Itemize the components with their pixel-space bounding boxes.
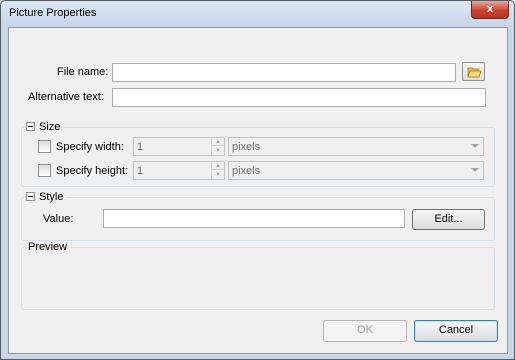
height-unit-select[interactable]: pixels — [228, 161, 484, 180]
style-value-label: Value: — [43, 213, 74, 225]
title-bar[interactable]: Picture Properties x — [1, 1, 514, 27]
specify-width-checkbox[interactable] — [38, 140, 51, 153]
width-spinner[interactable]: 1 ▲ ▼ — [133, 137, 225, 156]
edit-button[interactable]: Edit... — [412, 209, 485, 230]
file-name-label: File name: — [57, 66, 109, 78]
chevron-down-icon — [471, 168, 479, 172]
chevron-down-icon — [471, 144, 479, 148]
size-group-header[interactable]: Size — [26, 121, 64, 133]
specify-width-label: Specify width: — [56, 141, 124, 153]
collapse-icon[interactable] — [26, 192, 35, 201]
collapse-icon[interactable] — [26, 122, 35, 131]
preview-group-header: Preview — [28, 241, 71, 253]
specify-height-label: Specify height: — [56, 165, 129, 177]
specify-height-checkbox[interactable] — [38, 164, 51, 177]
alternative-text-input[interactable] — [112, 88, 486, 107]
picture-properties-dialog: Picture Properties x File name: Alternat… — [0, 0, 515, 360]
alternative-text-label: Alternative text: — [28, 91, 104, 103]
cancel-button[interactable]: Cancel — [414, 320, 498, 342]
file-name-input[interactable] — [112, 63, 456, 82]
close-button[interactable]: x — [471, 1, 509, 19]
spin-up-icon[interactable]: ▲ — [212, 138, 224, 146]
dialog-body: File name: Alternative text: Size Specif… — [8, 27, 508, 354]
preview-area — [25, 256, 491, 306]
browse-button[interactable] — [462, 62, 485, 81]
ok-button[interactable]: OK — [323, 320, 407, 342]
spin-down-icon[interactable]: ▼ — [212, 171, 224, 179]
close-icon: x — [486, 3, 494, 15]
style-group-header[interactable]: Style — [26, 191, 67, 203]
height-spinner[interactable]: 1 ▲ ▼ — [133, 161, 225, 180]
width-unit-select[interactable]: pixels — [228, 137, 484, 156]
style-value-input[interactable] — [103, 209, 405, 228]
spin-down-icon[interactable]: ▼ — [212, 147, 224, 155]
spin-up-icon[interactable]: ▲ — [212, 162, 224, 170]
folder-open-icon — [467, 67, 482, 78]
dialog-title: Picture Properties — [9, 7, 97, 19]
